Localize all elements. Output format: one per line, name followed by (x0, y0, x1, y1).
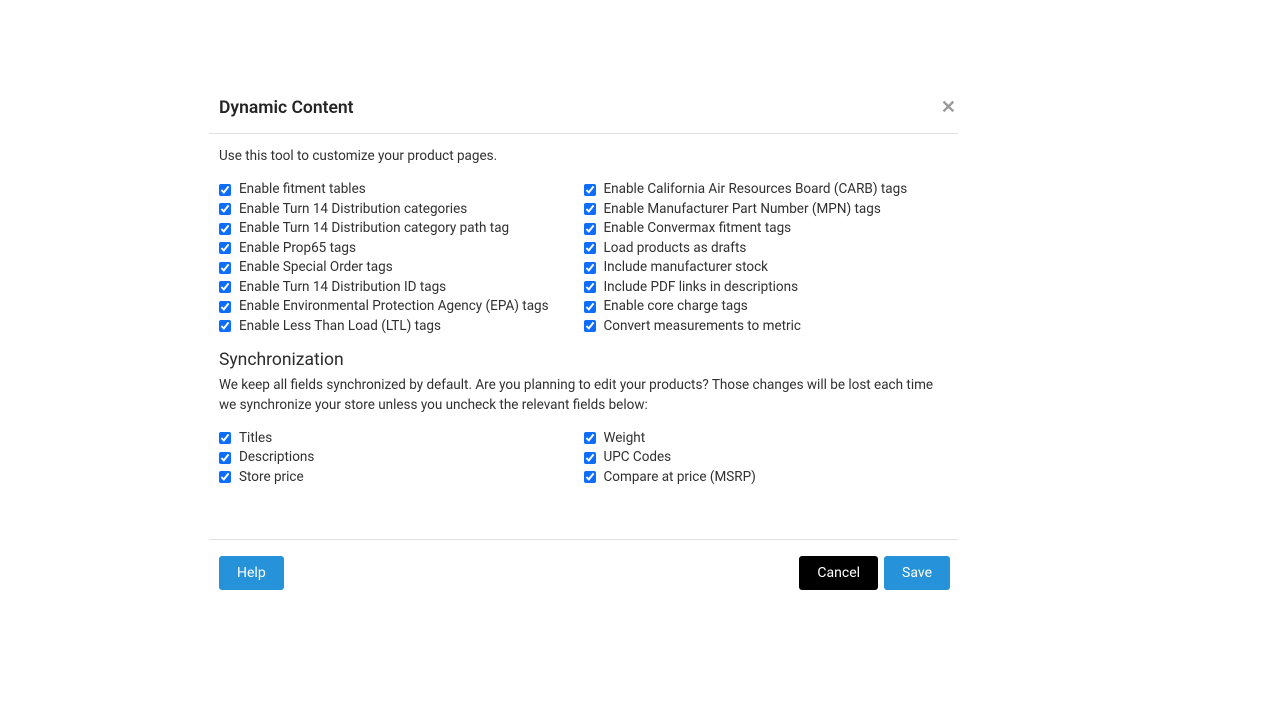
option-checkbox[interactable] (219, 203, 231, 215)
options-column-right: Enable California Air Resources Board (C… (584, 180, 949, 336)
sync-option-checkbox[interactable] (584, 432, 596, 444)
sync-option-label[interactable]: Titles (239, 429, 272, 448)
sync-option-checkbox[interactable] (584, 452, 596, 464)
sync-grid: TitlesDescriptionsStore price WeightUPC … (219, 429, 948, 488)
sync-option-row: UPC Codes (584, 448, 949, 467)
sync-option-label[interactable]: Descriptions (239, 448, 314, 467)
option-label[interactable]: Include manufacturer stock (604, 258, 768, 277)
option-label[interactable]: Enable Turn 14 Distribution category pat… (239, 219, 509, 238)
option-checkbox[interactable] (219, 262, 231, 274)
option-checkbox[interactable] (219, 281, 231, 293)
modal-title: Dynamic Content (219, 98, 354, 119)
option-checkbox[interactable] (584, 301, 596, 313)
sync-option-checkbox[interactable] (219, 452, 231, 464)
option-row: Include manufacturer stock (584, 258, 949, 277)
sync-heading: Synchronization (219, 350, 948, 370)
option-row: Enable Convermax fitment tags (584, 219, 949, 238)
option-checkbox[interactable] (584, 203, 596, 215)
option-row: Enable Turn 14 Distribution category pat… (219, 219, 584, 238)
options-column-left: Enable fitment tablesEnable Turn 14 Dist… (219, 180, 584, 336)
sync-option-row: Titles (219, 429, 584, 448)
sync-option-row: Descriptions (219, 448, 584, 467)
sync-option-label[interactable]: Store price (239, 468, 304, 487)
option-label[interactable]: Enable Manufacturer Part Number (MPN) ta… (604, 200, 881, 219)
option-checkbox[interactable] (584, 281, 596, 293)
option-row: Include PDF links in descriptions (584, 278, 949, 297)
option-row: Enable Turn 14 Distribution categories (219, 200, 584, 219)
option-label[interactable]: Enable Prop65 tags (239, 239, 356, 258)
option-label[interactable]: Enable Less Than Load (LTL) tags (239, 317, 441, 336)
modal-header: Dynamic Content ✕ (209, 88, 958, 134)
option-row: Enable Special Order tags (219, 258, 584, 277)
sync-option-row: Weight (584, 429, 949, 448)
sync-option-checkbox[interactable] (584, 471, 596, 483)
option-row: Enable fitment tables (219, 180, 584, 199)
option-row: Enable core charge tags (584, 297, 949, 316)
modal-footer: Help Cancel Save (209, 539, 958, 598)
option-label[interactable]: Enable Special Order tags (239, 258, 393, 277)
option-label[interactable]: Load products as drafts (604, 239, 747, 258)
option-label[interactable]: Enable core charge tags (604, 297, 748, 316)
option-checkbox[interactable] (219, 301, 231, 313)
sync-column-left: TitlesDescriptionsStore price (219, 429, 584, 488)
option-row: Enable Manufacturer Part Number (MPN) ta… (584, 200, 949, 219)
option-checkbox[interactable] (219, 223, 231, 235)
sync-column-right: WeightUPC CodesCompare at price (MSRP) (584, 429, 949, 488)
option-checkbox[interactable] (219, 184, 231, 196)
sync-description: We keep all fields synchronized by defau… (219, 376, 948, 414)
sync-option-row: Compare at price (MSRP) (584, 468, 949, 487)
option-checkbox[interactable] (584, 223, 596, 235)
option-checkbox[interactable] (219, 242, 231, 254)
footer-actions: Cancel Save (799, 556, 950, 590)
modal-body: Use this tool to customize your product … (209, 134, 958, 491)
cancel-button[interactable]: Cancel (799, 556, 878, 590)
option-checkbox[interactable] (584, 320, 596, 332)
option-row: Enable Turn 14 Distribution ID tags (219, 278, 584, 297)
option-label[interactable]: Convert measurements to metric (604, 317, 801, 336)
option-label[interactable]: Enable Turn 14 Distribution categories (239, 200, 467, 219)
sync-option-checkbox[interactable] (219, 432, 231, 444)
option-label[interactable]: Enable Environmental Protection Agency (… (239, 297, 549, 316)
option-row: Enable Environmental Protection Agency (… (219, 297, 584, 316)
option-checkbox[interactable] (584, 242, 596, 254)
sync-option-row: Store price (219, 468, 584, 487)
option-row: Enable Prop65 tags (219, 239, 584, 258)
option-checkbox[interactable] (219, 320, 231, 332)
close-icon[interactable]: ✕ (939, 98, 958, 116)
options-grid: Enable fitment tablesEnable Turn 14 Dist… (219, 180, 948, 336)
option-checkbox[interactable] (584, 262, 596, 274)
option-row: Convert measurements to metric (584, 317, 949, 336)
option-label[interactable]: Enable Turn 14 Distribution ID tags (239, 278, 446, 297)
intro-text: Use this tool to customize your product … (219, 148, 948, 164)
option-label[interactable]: Enable Convermax fitment tags (604, 219, 792, 238)
sync-option-label[interactable]: Weight (604, 429, 646, 448)
dynamic-content-modal: Dynamic Content ✕ Use this tool to custo… (209, 88, 958, 598)
sync-option-checkbox[interactable] (219, 471, 231, 483)
option-label[interactable]: Include PDF links in descriptions (604, 278, 799, 297)
save-button[interactable]: Save (884, 556, 950, 590)
option-row: Enable Less Than Load (LTL) tags (219, 317, 584, 336)
sync-option-label[interactable]: UPC Codes (604, 448, 672, 467)
option-label[interactable]: Enable California Air Resources Board (C… (604, 180, 908, 199)
option-checkbox[interactable] (584, 184, 596, 196)
sync-option-label[interactable]: Compare at price (MSRP) (604, 468, 756, 487)
option-row: Enable California Air Resources Board (C… (584, 180, 949, 199)
option-row: Load products as drafts (584, 239, 949, 258)
help-button[interactable]: Help (219, 556, 284, 590)
option-label[interactable]: Enable fitment tables (239, 180, 366, 199)
